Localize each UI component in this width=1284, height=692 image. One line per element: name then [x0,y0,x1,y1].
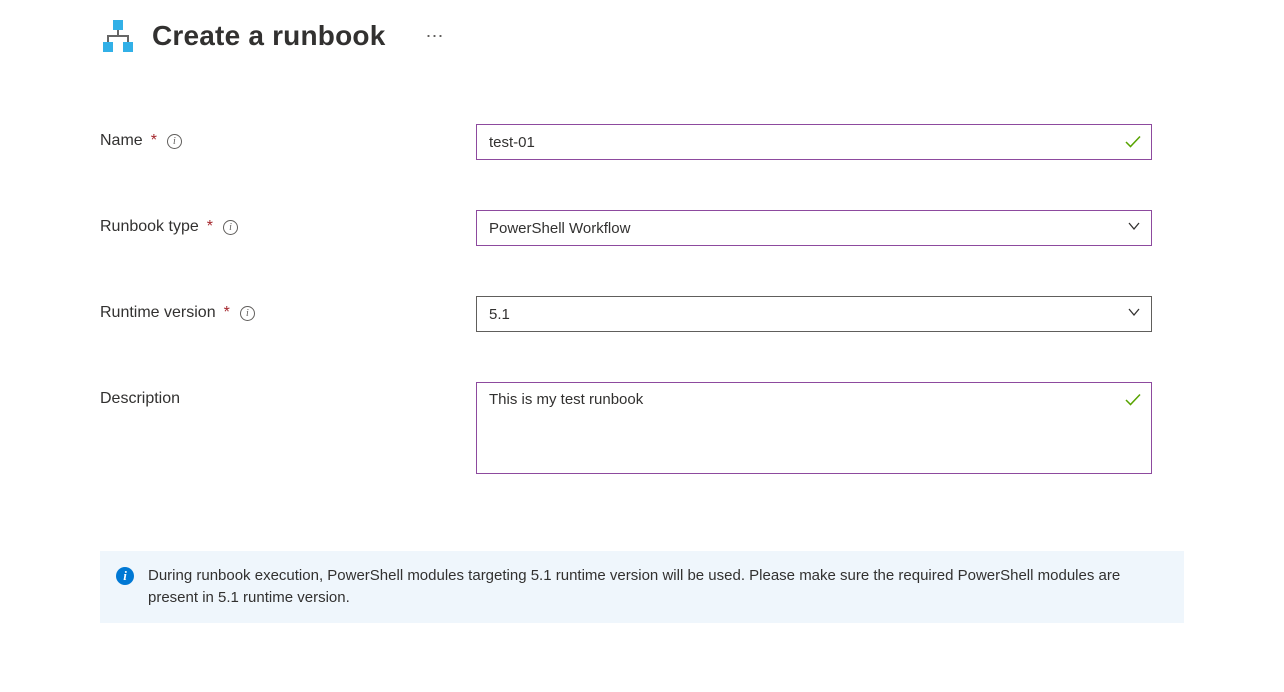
info-banner-text: During runbook execution, PowerShell mod… [148,565,1168,609]
runbook-type-value: PowerShell Workflow [489,220,630,237]
info-icon[interactable]: i [167,134,182,149]
name-label-text: Name [100,132,143,150]
page-title: Create a runbook [152,20,385,52]
chevron-down-icon [1127,305,1141,323]
name-label: Name * i [100,124,476,150]
page-header: Create a runbook ⋯ [100,18,1184,54]
required-indicator: * [224,304,230,322]
chevron-down-icon [1127,219,1141,237]
runtime-version-dropdown[interactable]: 5.1 [476,296,1152,332]
runtime-version-label: Runtime version * i [100,296,476,322]
runtime-version-label-text: Runtime version [100,304,216,322]
runbook-type-label: Runbook type * i [100,210,476,236]
runbook-hierarchy-icon [100,18,136,54]
runtime-version-value: 5.1 [489,306,510,323]
info-banner: i During runbook execution, PowerShell m… [100,551,1184,623]
required-indicator: * [207,218,213,236]
info-icon[interactable]: i [223,220,238,235]
info-circle-icon: i [116,567,134,585]
more-actions-icon[interactable]: ⋯ [425,26,444,47]
description-label-text: Description [100,390,180,408]
description-textarea[interactable] [476,382,1152,474]
info-icon[interactable]: i [240,306,255,321]
runbook-type-dropdown[interactable]: PowerShell Workflow [476,210,1152,246]
name-input[interactable] [476,124,1152,160]
required-indicator: * [151,132,157,150]
description-label: Description [100,382,476,408]
runbook-type-label-text: Runbook type [100,218,199,236]
